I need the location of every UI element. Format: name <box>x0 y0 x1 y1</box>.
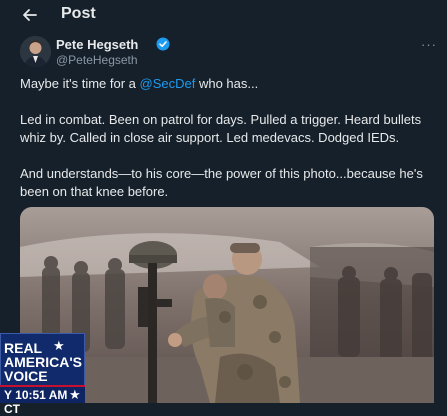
more-horizontal-icon[interactable]: ··· <box>421 37 437 52</box>
author-name[interactable]: Pete Hegseth <box>56 37 138 52</box>
time-value: 10:51 AM CT <box>4 388 68 416</box>
verified-badge-icon <box>156 37 170 51</box>
avatar-image <box>20 36 51 67</box>
logo-text: VOICE <box>4 368 48 384</box>
arrow-left-icon[interactable] <box>20 5 40 25</box>
top-bar: Post <box>0 0 447 32</box>
tweet-paragraph-2: Led in combat. Been on patrol for days. … <box>20 112 422 145</box>
star-icon: ★ <box>53 338 65 353</box>
avatar[interactable] <box>20 36 51 67</box>
star-icon: ★ <box>69 387 81 402</box>
tweet-text-span: Maybe it's time for a <box>20 76 140 91</box>
page-title: Post <box>61 5 96 22</box>
tweet-paragraph-3: And understands—to his core—the power of… <box>20 166 423 199</box>
time-bar: Y 10:51 AM CT ★ <box>0 387 85 416</box>
author-handle[interactable]: @PeteHegseth <box>56 53 138 67</box>
tweet-paragraph-1: Maybe it's time for a @SecDef who has... <box>20 75 435 93</box>
time-prefix: Y <box>4 388 12 402</box>
tweet-text-span: who has... <box>195 76 259 91</box>
tweet-text: Maybe it's time for a @SecDef who has...… <box>20 75 435 201</box>
mention-link[interactable]: @SecDef <box>140 76 196 91</box>
